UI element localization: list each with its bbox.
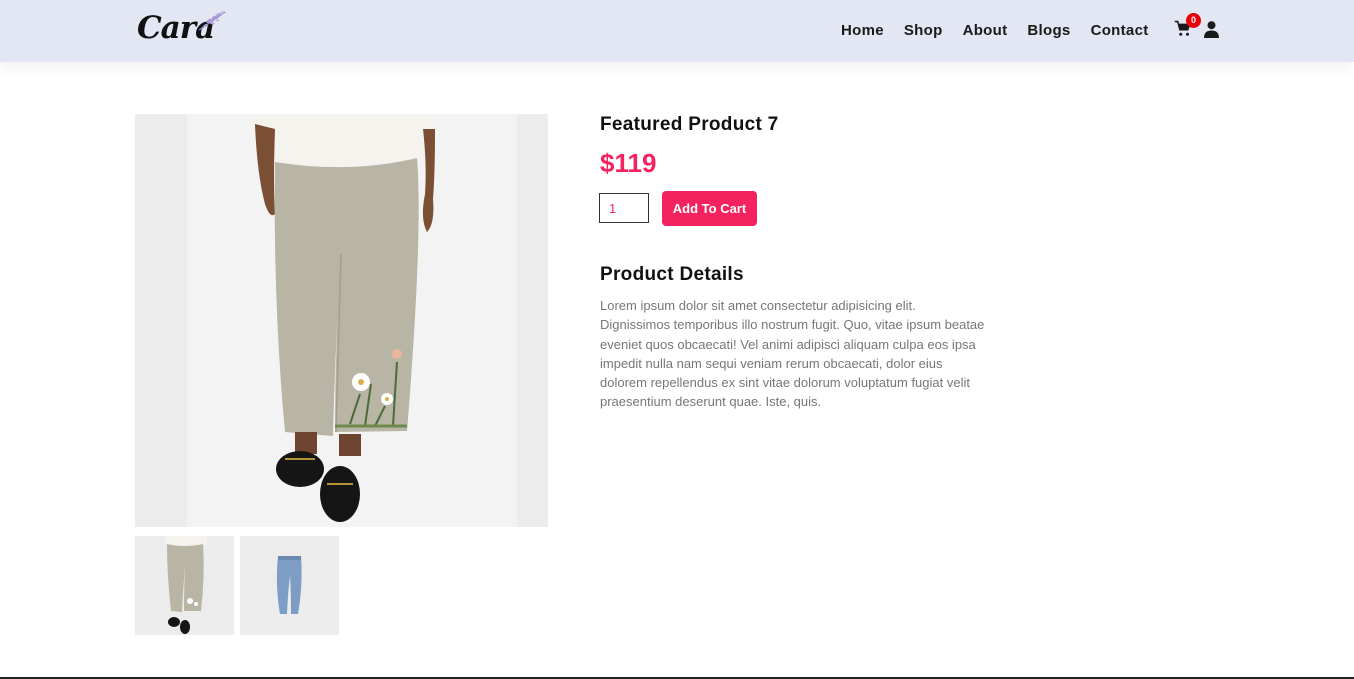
nav-contact[interactable]: Contact (1091, 22, 1149, 39)
jeans-thumb-image (240, 536, 339, 635)
linen-pants-thumb-image (135, 536, 234, 635)
cart-count-badge: 0 (1186, 13, 1201, 28)
product-details-text: Lorem ipsum dolor sit amet consectetur a… (600, 298, 985, 410)
product-main-image (135, 114, 548, 527)
linen-pants-image (135, 114, 548, 527)
nav-shop[interactable]: Shop (904, 22, 943, 39)
thumbnail-1[interactable] (135, 536, 234, 635)
thumbnail-2[interactable] (240, 536, 339, 635)
user-icon[interactable] (1204, 21, 1219, 38)
quantity-input[interactable] (599, 193, 649, 223)
site-header: Cara Home Shop About Blogs Contact 0 (0, 0, 1354, 62)
product-details-heading: Product Details (600, 264, 744, 285)
nav-home[interactable]: Home (841, 22, 884, 39)
nav-blogs[interactable]: Blogs (1027, 22, 1070, 39)
add-to-cart-button[interactable]: Add To Cart (662, 191, 757, 226)
lavender-sprig-icon (198, 11, 226, 31)
main-nav: Home Shop About Blogs Contact (841, 22, 1169, 39)
product-price: $119 (600, 148, 657, 178)
brand-logo[interactable]: Cara (137, 8, 229, 48)
nav-about[interactable]: About (963, 22, 1008, 39)
product-title: Featured Product 7 (600, 114, 779, 135)
